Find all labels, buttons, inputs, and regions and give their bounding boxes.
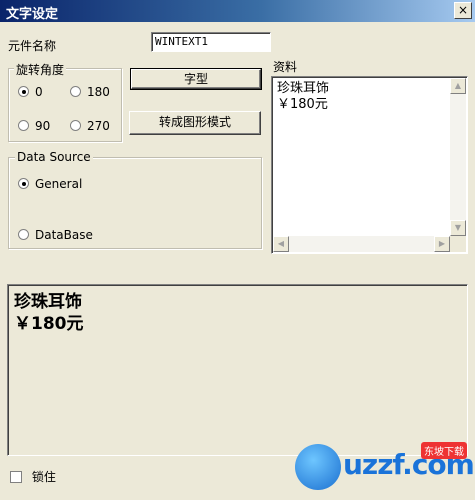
radio-icon	[18, 178, 29, 189]
radio-icon	[70, 120, 81, 131]
rotation-option-90[interactable]: 90	[18, 118, 50, 133]
checkbox-icon	[10, 470, 22, 483]
data-source-label: Data Source	[15, 150, 93, 164]
element-name-label: 元件名称	[8, 39, 57, 53]
radio-icon	[70, 86, 81, 97]
rotation-option-180[interactable]: 180	[70, 84, 110, 99]
text-preview: 珍珠耳饰 ￥180元	[7, 284, 468, 456]
data-source-database[interactable]: DataBase	[18, 227, 93, 242]
data-line-1: 珍珠耳饰	[277, 81, 330, 96]
arrow-left-icon: ◀	[277, 239, 285, 248]
preview-line-2: ￥180元	[14, 314, 84, 334]
data-line-2: ￥180元	[277, 97, 328, 112]
scroll-up-button[interactable]: ▲	[450, 78, 466, 94]
data-source-general[interactable]: General	[18, 176, 82, 191]
arrow-down-icon: ▼	[454, 223, 462, 232]
logo-icon	[295, 444, 341, 490]
font-button[interactable]: 字型	[130, 68, 262, 90]
data-textarea[interactable]: 珍珠耳饰 ￥180元 ▲ ▼ ◀ ▶	[271, 76, 468, 254]
title-bar: 文字设定 ×	[0, 0, 475, 22]
horizontal-scroll-track[interactable]	[273, 236, 450, 252]
data-label: 资料	[273, 60, 298, 74]
rotation-option-270[interactable]: 270	[70, 118, 110, 133]
close-icon: ×	[457, 3, 469, 17]
rotation-option-0[interactable]: 0	[18, 84, 43, 99]
scroll-left-button[interactable]: ◀	[273, 236, 289, 252]
element-name-input[interactable]: WINTEXT1	[151, 32, 271, 52]
arrow-up-icon: ▲	[454, 81, 462, 90]
radio-icon	[18, 229, 29, 240]
scroll-down-button[interactable]: ▼	[450, 220, 466, 236]
watermark-tag: 东坡下载	[421, 442, 467, 459]
vertical-scroll-track[interactable]	[450, 94, 466, 236]
close-button[interactable]: ×	[454, 2, 472, 19]
radio-icon	[18, 86, 29, 97]
rotation-group-label: 旋转角度	[14, 61, 67, 78]
preview-line-1: 珍珠耳饰	[14, 292, 82, 312]
convert-graphic-button[interactable]: 转成图形模式	[129, 111, 261, 135]
lock-label: 锁住	[31, 470, 56, 484]
scroll-corner	[450, 236, 466, 252]
lock-checkbox[interactable]: 锁住	[10, 468, 56, 485]
window-title: 文字设定	[6, 7, 59, 22]
scroll-right-button[interactable]: ▶	[434, 236, 450, 252]
arrow-right-icon: ▶	[438, 239, 446, 248]
radio-icon	[18, 120, 29, 131]
watermark-logo: uzzf.com 东坡下载	[285, 440, 475, 500]
